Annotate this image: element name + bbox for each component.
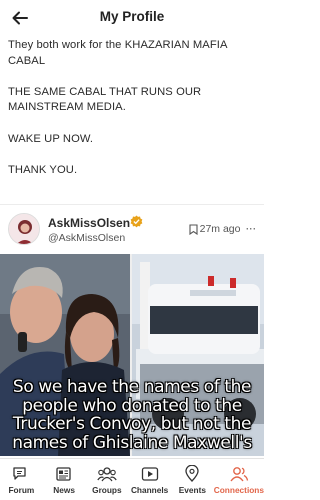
news-icon [56,466,71,481]
post-paragraph: THE SAME CABAL THAT RUNS OUR MAINSTREAM … [8,85,202,114]
caption-line: names of Ghislaine Maxwell's [12,432,252,453]
caption-line: people who donated to the [22,395,242,416]
nav-label: Events [178,484,206,495]
nav-label: News [53,484,75,495]
avatar[interactable] [8,213,40,245]
post-body: They both work for the KHAZARIAN MAFIA C… [8,38,258,194]
post-paragraph: THANK YOU. [8,163,78,176]
forum-icon [13,466,27,480]
nav-label: Groups [92,484,122,495]
timestamp-text: 27m ago [199,223,241,235]
verified-badge-icon [130,215,143,228]
caption-line: Trucker's Convoy, but not the [12,414,252,434]
nav-item-news[interactable]: News [43,459,86,500]
nav-item-events[interactable]: Events [171,459,214,500]
nav-label: Channels [130,484,169,495]
author-name[interactable]: AskMissOlsen [48,216,130,230]
nav-label: Forum [8,484,35,495]
post-paragraph: WAKE UP NOW. [8,132,94,145]
app-header: My Profile [0,0,264,36]
author-handle: @AskMissOlsen [48,232,126,244]
bottom-nav: Forum News Groups Channels Events Connec… [0,458,264,500]
channels-icon [141,466,158,481]
nav-item-channels[interactable]: Channels [128,459,171,500]
post-paragraph: They both work for the KHAZARIAN MAFIA C… [8,39,227,67]
more-dots-icon[interactable]: ⋯ [246,223,257,235]
nav-label: Connections [213,484,264,495]
nav-item-connections[interactable]: Connections [214,459,264,500]
post-author-row: AskMissOlsen @AskMissOlsen 27m ago ⋯ [0,204,264,252]
post-timestamp: 27m ago ⋯ [189,223,256,235]
caption-line: So we have the names of the [12,377,252,397]
page-title: My Profile [99,9,165,24]
location-pin-icon [185,465,200,482]
nav-item-forum[interactable]: Forum [0,459,43,500]
connections-icon [230,466,249,481]
groups-icon [97,466,117,481]
image-caption: So we have the names of the people who d… [0,378,264,452]
nav-item-groups[interactable]: Groups [86,459,129,500]
bookmark-icon[interactable] [189,223,198,235]
